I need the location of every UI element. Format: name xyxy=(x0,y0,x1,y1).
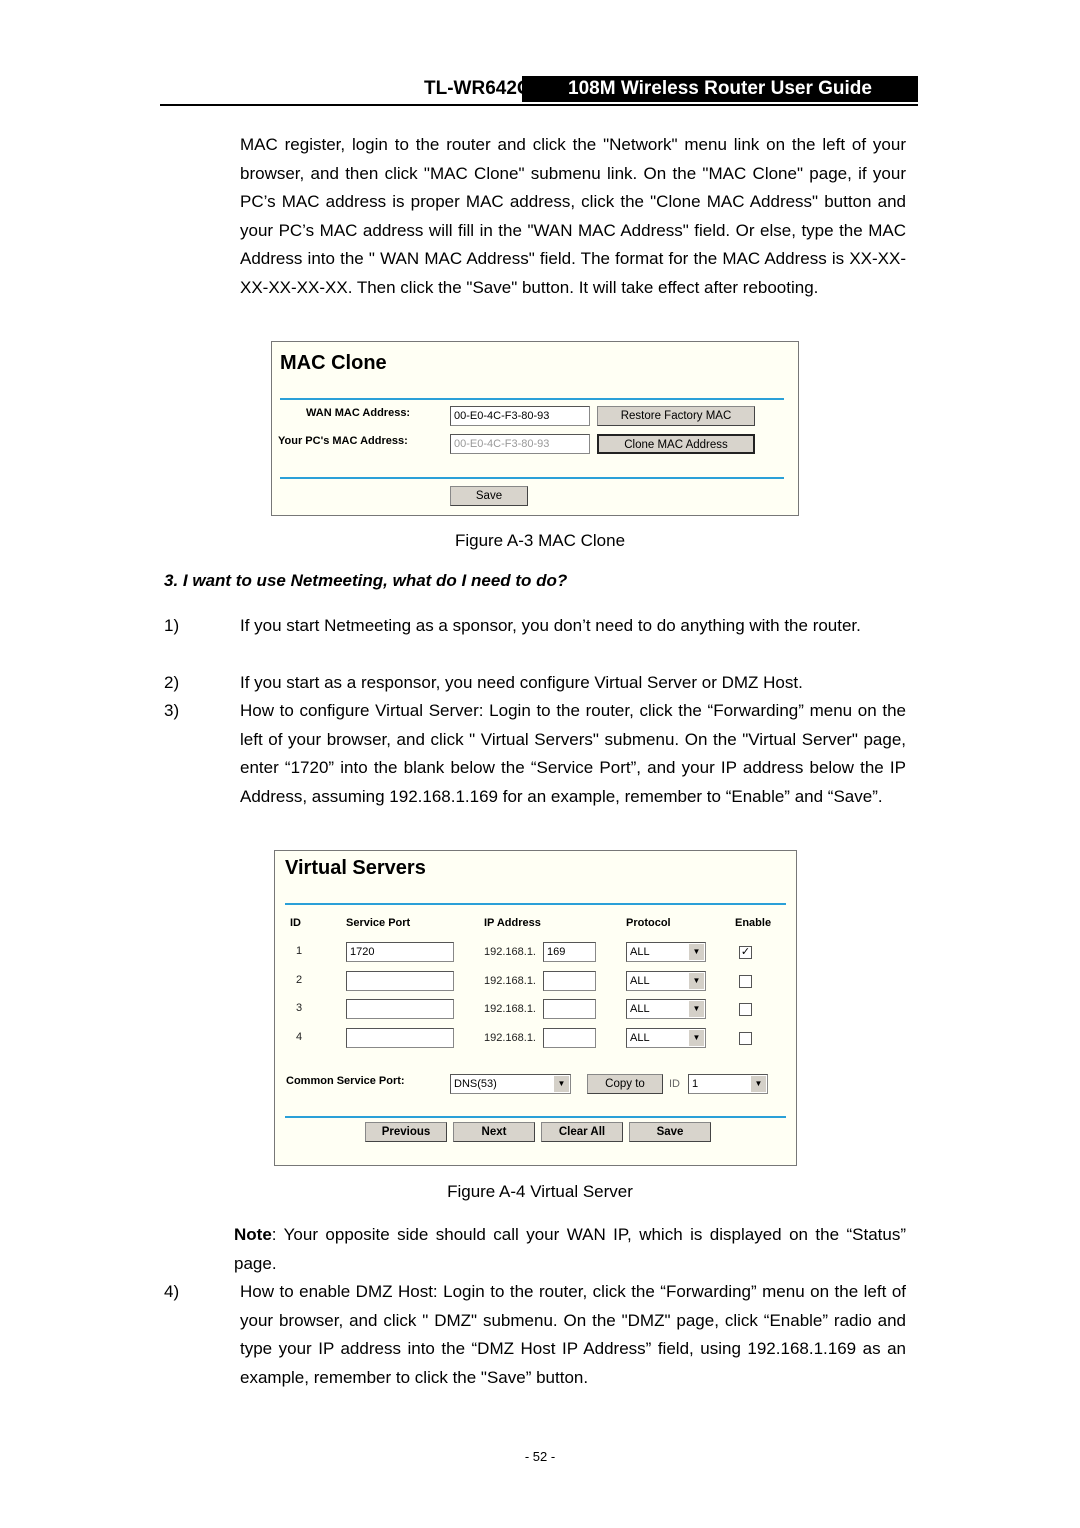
list-item-2: 2) If you start as a responsor, you need … xyxy=(164,669,906,698)
col-service-port: Service Port xyxy=(346,917,411,929)
clone-mac-button[interactable]: Clone MAC Address xyxy=(597,434,755,454)
dropdown-arrow-icon: ▼ xyxy=(689,972,704,989)
item-text: How to configure Virtual Server: Login t… xyxy=(240,701,906,806)
item-number: 1) xyxy=(164,616,180,635)
col-protocol: Protocol xyxy=(626,917,671,929)
service-port-input[interactable] xyxy=(346,999,454,1019)
restore-factory-mac-button[interactable]: Restore Factory MAC xyxy=(597,406,755,426)
selected-value: 1 xyxy=(692,1078,699,1090)
note-label: Note xyxy=(234,1225,272,1244)
ip-suffix-input[interactable] xyxy=(543,999,596,1019)
selected-value: DNS(53) xyxy=(454,1078,497,1090)
save-button[interactable]: Save xyxy=(450,486,528,506)
row-id: 3 xyxy=(296,1002,303,1014)
protocol-select[interactable]: ALL ▼ xyxy=(626,1027,706,1048)
item-number: 3) xyxy=(164,701,180,720)
wan-mac-input[interactable]: 00-E0-4C-F3-80-93 xyxy=(450,406,590,426)
col-enable: Enable xyxy=(735,917,772,929)
list-item-3: 3) How to configure Virtual Server: Login… xyxy=(164,697,906,811)
service-port-input[interactable] xyxy=(346,970,454,991)
row-id: 4 xyxy=(296,1030,303,1043)
guide-title: 108M Wireless Router User Guide xyxy=(522,76,918,102)
ip-prefix: 192.168.1. xyxy=(484,946,536,958)
ip-suffix-input[interactable] xyxy=(543,1027,596,1048)
wan-mac-label: WAN MAC Address: xyxy=(306,407,411,419)
dropdown-arrow-icon: ▼ xyxy=(689,944,704,960)
dropdown-arrow-icon: ▼ xyxy=(554,1076,569,1092)
protocol-select[interactable]: ALL ▼ xyxy=(626,999,706,1019)
enable-checkbox[interactable] xyxy=(739,974,752,988)
previous-button[interactable]: Previous xyxy=(365,1122,447,1142)
figure-a4-caption: Figure A-4 Virtual Server xyxy=(447,1182,633,1201)
divider xyxy=(280,477,784,479)
dropdown-arrow-icon: ▼ xyxy=(751,1076,766,1092)
selected-value: ALL xyxy=(630,946,650,958)
note-paragraph: Note: Your opposite side should call you… xyxy=(234,1221,906,1278)
col-id: ID xyxy=(290,917,301,929)
dropdown-arrow-icon: ▼ xyxy=(689,1001,704,1017)
divider xyxy=(280,398,784,400)
list-item-4: 4) How to enable DMZ Host: Login to the r… xyxy=(164,1278,906,1392)
ip-suffix-input[interactable] xyxy=(543,970,596,991)
row-id: 2 xyxy=(296,973,303,986)
list-item-1: 1) If you start Netmeeting as a sponsor, … xyxy=(164,612,906,641)
intro-paragraph: MAC register, login to the router and cl… xyxy=(240,135,906,297)
divider xyxy=(285,903,786,905)
next-button[interactable]: Next xyxy=(453,1122,535,1142)
mac-clone-screenshot: MAC Clone WAN MAC Address: 00-E0-4C-F3-8… xyxy=(271,341,799,516)
page-header: TL-WR642G 108M Wireless Router User Guid… xyxy=(160,76,918,106)
ip-suffix-input[interactable]: 169 xyxy=(543,942,596,962)
enable-checkbox[interactable] xyxy=(739,1003,752,1016)
divider xyxy=(285,1116,786,1118)
save-button[interactable]: Save xyxy=(629,1122,711,1142)
item-number: 4) xyxy=(164,1282,180,1301)
item-number: 2) xyxy=(164,673,180,692)
pc-mac-input: 00-E0-4C-F3-80-93 xyxy=(450,434,590,454)
note-text: : Your opposite side should call your WA… xyxy=(234,1225,906,1273)
model-name: TL-WR642G xyxy=(424,78,532,99)
selected-value: ALL xyxy=(630,1031,650,1044)
page-number: - 52 - xyxy=(524,1449,556,1464)
service-port-input[interactable]: 1720 xyxy=(346,942,454,962)
selected-value: ALL xyxy=(630,1003,650,1015)
mac-clone-title: MAC Clone xyxy=(280,352,387,374)
item-text: If you start as a responsor, you need co… xyxy=(240,673,803,692)
virtual-servers-screenshot: Virtual Servers ID Service Port IP Addre… xyxy=(274,850,797,1166)
copy-to-button[interactable]: Copy to xyxy=(587,1074,663,1094)
section-heading: 3. I want to use Netmeeting, what do I n… xyxy=(164,571,568,590)
enable-checkbox[interactable] xyxy=(739,1031,752,1045)
protocol-select[interactable]: ALL ▼ xyxy=(626,942,706,962)
item-text: If you start Netmeeting as a sponsor, yo… xyxy=(240,616,861,635)
common-service-port-label: Common Service Port: xyxy=(286,1075,405,1087)
col-ip-address: IP Address xyxy=(484,917,541,929)
clear-all-button[interactable]: Clear All xyxy=(541,1122,623,1142)
manual-page: TL-WR642G 108M Wireless Router User Guid… xyxy=(0,0,1080,1528)
figure-a3-caption: Figure A-3 MAC Clone xyxy=(454,531,626,550)
virtual-servers-title: Virtual Servers xyxy=(285,857,426,879)
service-port-input[interactable] xyxy=(346,1027,454,1048)
common-service-port-select[interactable]: DNS(53) ▼ xyxy=(450,1074,571,1094)
enable-checkbox[interactable]: ✓ xyxy=(739,946,752,959)
ip-prefix: 192.168.1. xyxy=(484,1031,536,1044)
protocol-select[interactable]: ALL ▼ xyxy=(626,970,706,991)
ip-prefix: 192.168.1. xyxy=(484,974,536,987)
row-id: 1 xyxy=(296,945,303,957)
id-label: ID xyxy=(669,1078,680,1090)
ip-prefix: 192.168.1. xyxy=(484,1003,536,1015)
dropdown-arrow-icon: ▼ xyxy=(689,1029,704,1046)
selected-value: ALL xyxy=(630,974,650,987)
item-text: How to enable DMZ Host: Login to the rou… xyxy=(240,1282,906,1387)
pc-mac-label: Your PC's MAC Address: xyxy=(278,435,408,447)
copy-id-select[interactable]: 1 ▼ xyxy=(688,1074,768,1094)
